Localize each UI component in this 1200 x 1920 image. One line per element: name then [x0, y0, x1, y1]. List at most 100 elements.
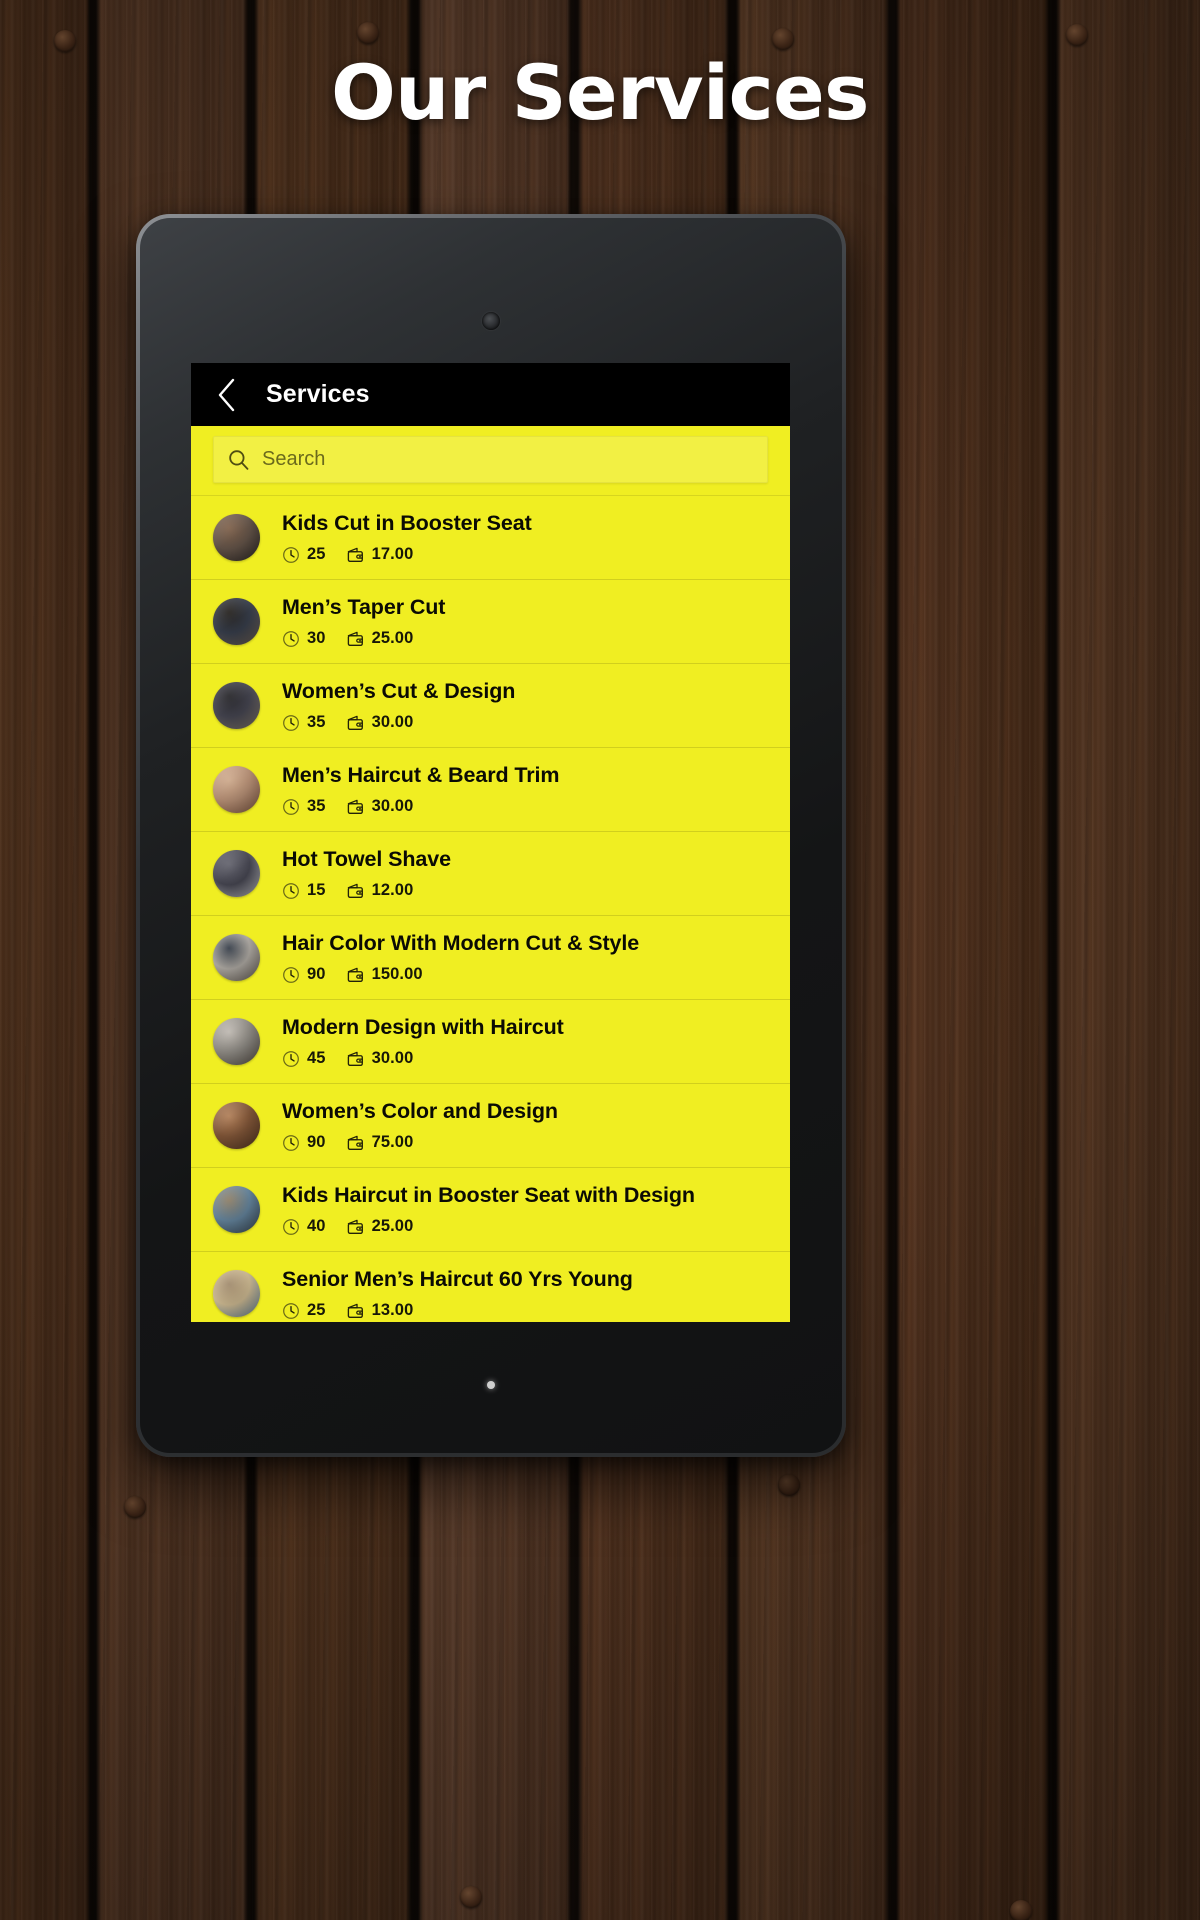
service-duration: 35	[282, 797, 326, 816]
duration-value: 40	[307, 1217, 326, 1236]
service-name: Senior Men’s Haircut 60 Yrs Young	[282, 1266, 633, 1291]
service-details: Kids Haircut in Booster Seat with Design…	[282, 1183, 770, 1237]
bolt-head	[1010, 1900, 1032, 1920]
wallet-icon	[346, 1050, 365, 1068]
back-button[interactable]	[205, 373, 249, 417]
clock-icon	[282, 882, 300, 900]
price-value: 150.00	[371, 965, 423, 984]
service-duration: 90	[282, 1133, 326, 1152]
price-value: 30.00	[371, 797, 414, 816]
service-meta: 90 75.00	[282, 1133, 770, 1152]
wallet-icon	[346, 1302, 365, 1320]
service-details: Modern Design with Haircut 45 30.00	[282, 1015, 770, 1069]
service-price: 13.00	[346, 1301, 414, 1320]
service-duration: 35	[282, 713, 326, 732]
service-row[interactable]: Hot Towel Shave 15 12.00	[191, 832, 790, 916]
bolt-head	[1066, 24, 1088, 46]
service-row[interactable]: Senior Men’s Haircut 60 Yrs Young 25 13.00	[191, 1252, 790, 1322]
search-input[interactable]	[262, 448, 754, 471]
service-details: Kids Cut in Booster Seat 25 17.00	[282, 511, 770, 565]
service-meta: 35 30.00	[282, 713, 770, 732]
service-name: Men’s Taper Cut	[282, 594, 446, 619]
service-avatar	[213, 682, 260, 729]
tablet-device-mockup: Services Kids Cut in	[136, 214, 846, 1457]
duration-value: 35	[307, 713, 326, 732]
price-value: 13.00	[371, 1301, 414, 1320]
bolt-head	[778, 1474, 800, 1496]
chevron-left-icon	[216, 378, 238, 412]
duration-value: 25	[307, 1301, 326, 1320]
service-name: Women’s Color and Design	[282, 1098, 558, 1123]
bolt-head	[357, 22, 379, 44]
service-row[interactable]: Kids Cut in Booster Seat 25 17.00	[191, 496, 790, 580]
service-row[interactable]: Women’s Color and Design 90 75.00	[191, 1084, 790, 1168]
app-screen: Services Kids Cut in	[191, 363, 790, 1322]
status-led-icon	[487, 1381, 495, 1389]
clock-icon	[282, 1218, 300, 1236]
price-value: 75.00	[371, 1133, 414, 1152]
service-avatar	[213, 1270, 260, 1317]
service-row[interactable]: Men’s Taper Cut 30 25.00	[191, 580, 790, 664]
bolt-head	[124, 1496, 146, 1518]
service-duration: 30	[282, 629, 326, 648]
clock-icon	[282, 714, 300, 732]
clock-icon	[282, 1134, 300, 1152]
wallet-icon	[346, 966, 365, 984]
service-price: 12.00	[346, 881, 414, 900]
wallet-icon	[346, 882, 365, 900]
service-price: 25.00	[346, 629, 414, 648]
service-avatar	[213, 934, 260, 981]
service-avatar	[213, 1018, 260, 1065]
service-row[interactable]: Hair Color With Modern Cut & Style 90 150.…	[191, 916, 790, 1000]
service-row[interactable]: Women’s Cut & Design 35 30.00	[191, 664, 790, 748]
service-meta: 30 25.00	[282, 629, 770, 648]
service-price: 30.00	[346, 797, 414, 816]
clock-icon	[282, 630, 300, 648]
tablet-body: Services Kids Cut in	[140, 218, 842, 1453]
service-avatar	[213, 1102, 260, 1149]
service-duration: 45	[282, 1049, 326, 1068]
service-duration: 25	[282, 545, 326, 564]
duration-value: 90	[307, 1133, 326, 1152]
service-avatar	[213, 514, 260, 561]
service-row[interactable]: Kids Haircut in Booster Seat with Design…	[191, 1168, 790, 1252]
service-details: Women’s Color and Design 90 75.00	[282, 1099, 770, 1153]
service-meta: 25 17.00	[282, 545, 770, 564]
poster-canvas: Our Services Services Search Kids Cut in…	[0, 0, 1200, 1920]
service-meta: 15 12.00	[282, 881, 770, 900]
service-name: Hair Color With Modern Cut & Style	[282, 930, 640, 955]
app-header: Services	[191, 363, 790, 426]
service-duration: 15	[282, 881, 326, 900]
price-value: 25.00	[371, 629, 414, 648]
service-name: Kids Haircut in Booster Seat with Design	[282, 1182, 695, 1207]
service-price: 30.00	[346, 713, 414, 732]
clock-icon	[282, 798, 300, 816]
service-avatar	[213, 1186, 260, 1233]
service-duration: 90	[282, 965, 326, 984]
duration-value: 30	[307, 629, 326, 648]
service-duration: 25	[282, 1301, 326, 1320]
price-value: 17.00	[371, 545, 414, 564]
service-meta: 90 150.00	[282, 965, 770, 984]
clock-icon	[282, 966, 300, 984]
clock-icon	[282, 546, 300, 564]
service-row[interactable]: Modern Design with Haircut 45 30.00	[191, 1000, 790, 1084]
bolt-head	[460, 1886, 482, 1908]
service-price: 17.00	[346, 545, 414, 564]
service-details: Senior Men’s Haircut 60 Yrs Young 25 13.00	[282, 1267, 770, 1321]
service-name: Women’s Cut & Design	[282, 678, 516, 703]
service-meta: 25 13.00	[282, 1301, 770, 1320]
service-price: 25.00	[346, 1217, 414, 1236]
clock-icon	[282, 1302, 300, 1320]
price-value: 30.00	[371, 1049, 414, 1068]
service-meta: 40 25.00	[282, 1217, 770, 1236]
service-details: Men’s Haircut & Beard Trim 35 30.00	[282, 763, 770, 817]
service-details: Hair Color With Modern Cut & Style 90 150.…	[282, 931, 770, 985]
duration-value: 35	[307, 797, 326, 816]
bolt-head	[772, 28, 794, 50]
search-box[interactable]	[213, 436, 768, 483]
price-value: 30.00	[371, 713, 414, 732]
service-row[interactable]: Men’s Haircut & Beard Trim 35 30.00	[191, 748, 790, 832]
search-bar-container	[191, 426, 790, 496]
service-avatar	[213, 766, 260, 813]
